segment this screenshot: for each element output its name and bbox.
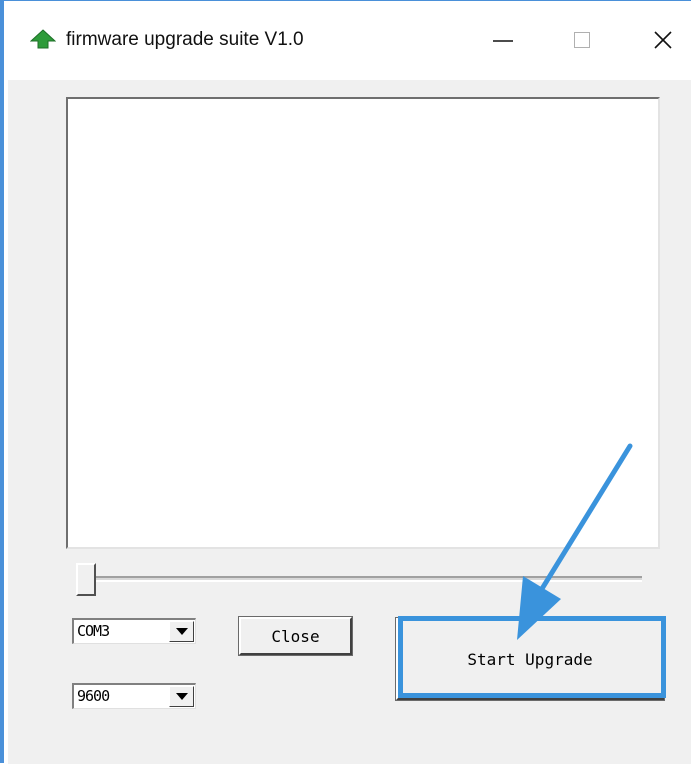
close-window-button[interactable] xyxy=(640,22,686,58)
log-output[interactable] xyxy=(66,97,660,549)
minimize-button[interactable] xyxy=(480,22,526,58)
window-title: firmware upgrade suite V1.0 xyxy=(66,29,304,50)
close-icon xyxy=(654,31,672,49)
progress-slider-thumb[interactable] xyxy=(76,563,96,596)
com-port-value: COM3 xyxy=(77,622,110,640)
chevron-down-icon xyxy=(176,693,188,700)
title-bar[interactable]: firmware upgrade suite V1.0 xyxy=(8,2,691,80)
start-upgrade-button[interactable]: Start Upgrade xyxy=(395,617,665,701)
chevron-down-icon xyxy=(176,628,188,635)
baud-rate-select[interactable]: 9600 xyxy=(72,683,196,709)
green-up-arrow-icon xyxy=(30,29,56,49)
com-port-select[interactable]: COM3 xyxy=(72,618,196,644)
maximize-icon xyxy=(574,32,590,48)
maximize-button[interactable] xyxy=(560,22,606,58)
minimize-icon xyxy=(493,40,513,42)
progress-slider-track[interactable] xyxy=(76,576,642,582)
client-area: COM3 9600 Close Start Upgrade xyxy=(8,80,691,764)
baud-rate-dropdown-button[interactable] xyxy=(169,686,194,707)
close-port-button[interactable]: Close xyxy=(238,616,353,656)
com-port-dropdown-button[interactable] xyxy=(169,621,194,642)
app-window: firmware upgrade suite V1.0 COM3 9600 Cl… xyxy=(0,0,691,764)
baud-rate-value: 9600 xyxy=(77,687,110,705)
